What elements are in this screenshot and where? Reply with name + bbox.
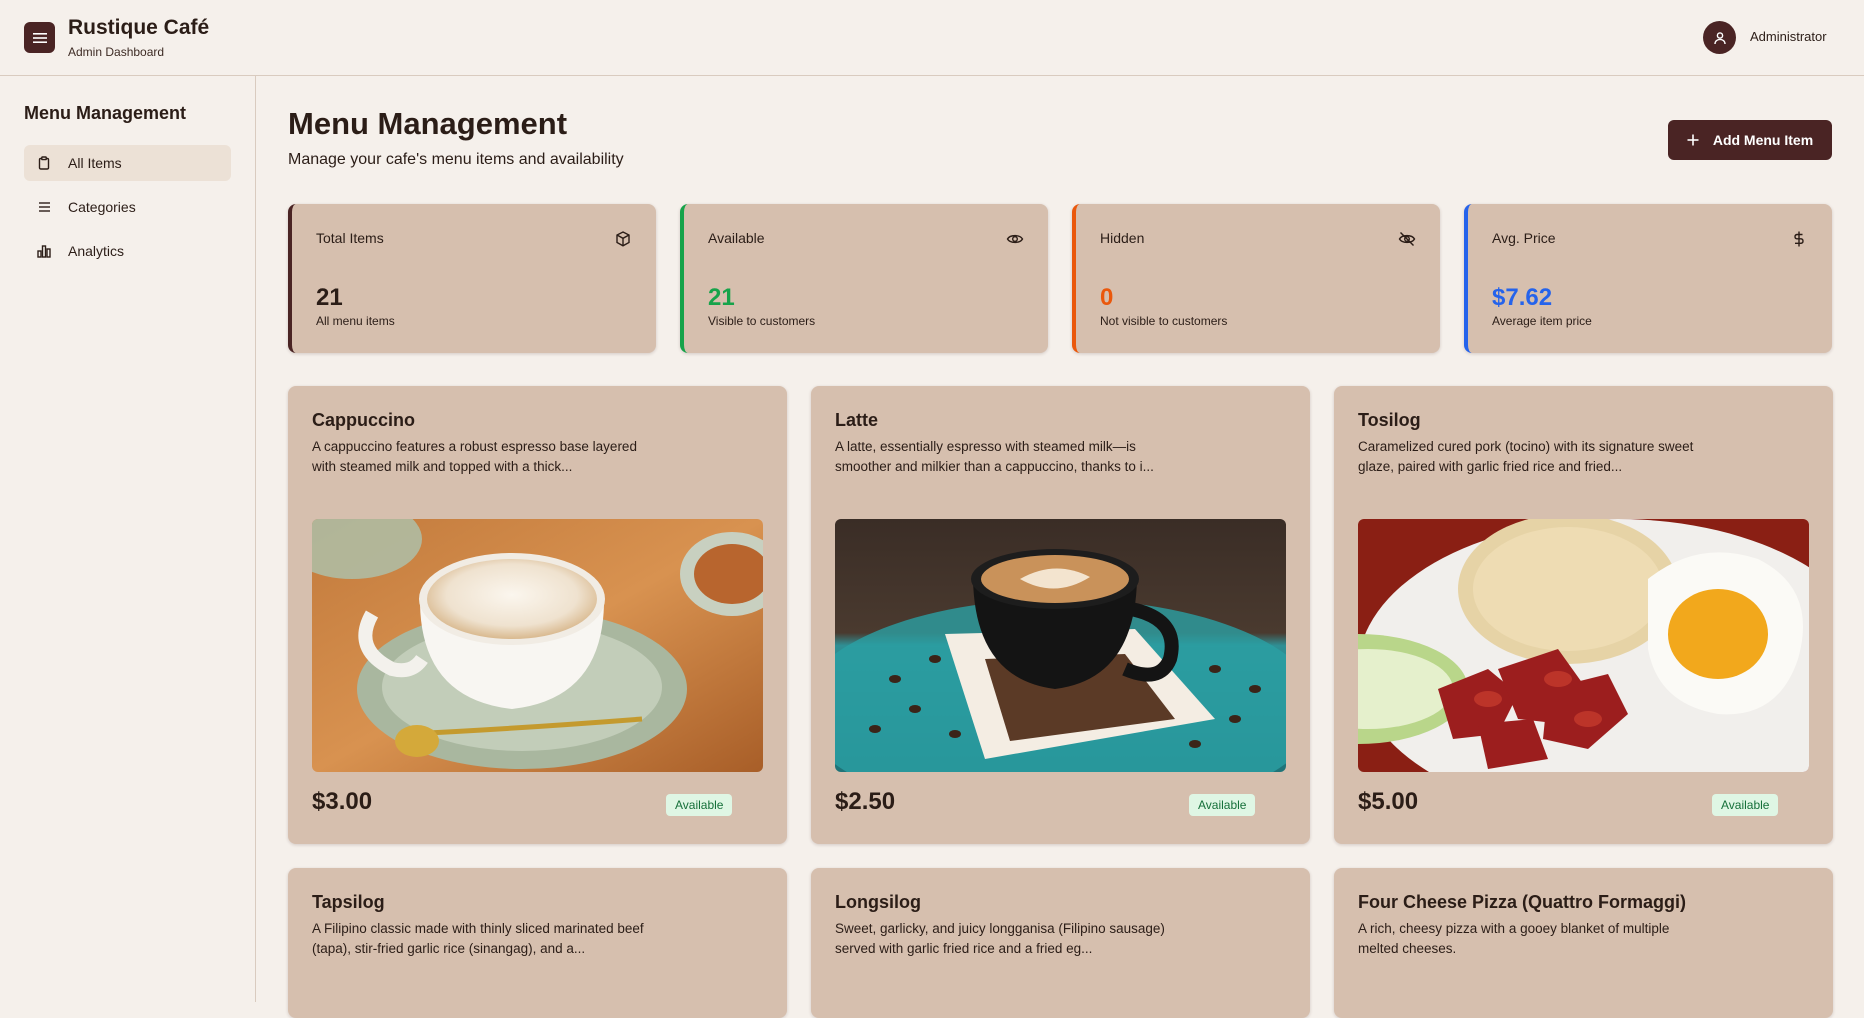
add-menu-item-label: Add Menu Item — [1712, 132, 1814, 148]
stat-card-avg-price: Avg. Price $7.62 Average item price — [1464, 204, 1832, 353]
stat-value: 21 — [316, 284, 343, 311]
stat-value: $7.62 — [1492, 284, 1553, 311]
app-subtitle: Admin Dashboard — [68, 45, 165, 59]
item-description: A rich, cheesy pizza with a gooey blanke… — [1358, 921, 1670, 956]
sidebar-item-label: All Items — [68, 155, 122, 171]
sidebar: Menu Management All Items Categories Ana… — [0, 76, 256, 1002]
sidebar-item-label: Analytics — [68, 243, 125, 259]
status-badge: Available — [1189, 794, 1256, 816]
menu-item-card-latte[interactable]: Latte A latte, essentially espresso with… — [811, 386, 1310, 844]
item-price: $3.00 — [312, 788, 373, 815]
item-description: A cappuccino features a robust espresso … — [312, 439, 637, 474]
list-icon — [36, 199, 52, 215]
eye-icon — [1006, 234, 1024, 244]
item-photo — [312, 519, 763, 772]
item-price: $5.00 — [1358, 788, 1419, 815]
stat-label: Avg. Price — [1492, 230, 1556, 246]
menu-toggle-button[interactable] — [24, 22, 55, 53]
stat-card-total: Total Items 21 All menu items — [288, 204, 656, 353]
stat-card-available: Available 21 Visible to customers — [680, 204, 1048, 353]
item-name: Four Cheese Pizza (Quattro Formaggi) — [1358, 892, 1687, 912]
page-title: Menu Management — [288, 106, 568, 141]
menu-item-card-tosilog[interactable]: Tosilog Caramelized cured pork (tocino) … — [1334, 386, 1833, 844]
hamburger-icon — [32, 32, 47, 43]
stat-note: Not visible to customers — [1100, 314, 1228, 328]
item-name: Tosilog — [1358, 410, 1421, 430]
item-name: Latte — [835, 410, 879, 430]
sidebar-item-analytics[interactable]: Analytics — [24, 233, 231, 269]
top-header: Rustique Café Admin Dashboard Administra… — [0, 0, 1864, 76]
stat-value: 0 — [1100, 284, 1114, 311]
item-description: A latte, essentially espresso with steam… — [835, 439, 1154, 474]
stat-label: Hidden — [1100, 230, 1145, 246]
app-name: Rustique Café — [68, 16, 210, 39]
user-avatar[interactable] — [1703, 21, 1736, 54]
status-badge: Available — [666, 794, 733, 816]
item-photo — [1358, 519, 1809, 772]
item-price: $2.50 — [835, 788, 896, 815]
item-description: Caramelized cured pork (tocino) with its… — [1358, 439, 1694, 474]
eye-off-icon — [1398, 232, 1416, 246]
sidebar-item-label: Categories — [68, 199, 136, 215]
item-name: Cappuccino — [312, 410, 416, 430]
status-badge: Available — [1712, 794, 1779, 816]
user-icon — [1713, 31, 1726, 44]
menu-item-card-longsilog[interactable]: Longsilog Sweet, garlicky, and juicy lon… — [811, 868, 1310, 1018]
add-menu-item-button[interactable]: Add Menu Item — [1668, 120, 1832, 160]
sidebar-item-all-items[interactable]: All Items — [24, 145, 231, 181]
menu-item-card-four-cheese-pizza[interactable]: Four Cheese Pizza (Quattro Formaggi) A r… — [1334, 868, 1833, 1018]
dollar-icon — [1794, 231, 1804, 247]
plus-icon — [1687, 134, 1699, 146]
stat-label: Available — [708, 230, 765, 246]
stat-note: Average item price — [1492, 314, 1592, 328]
clipboard-icon — [36, 155, 52, 171]
page-subtitle: Manage your cafe's menu items and availa… — [288, 151, 624, 168]
item-description: A Filipino classic made with thinly slic… — [312, 921, 644, 956]
item-description: Sweet, garlicky, and juicy longganisa (F… — [835, 921, 1165, 956]
stat-card-hidden: Hidden 0 Not visible to customers — [1072, 204, 1440, 353]
item-name: Longsilog — [835, 892, 921, 912]
stat-value: 21 — [708, 284, 735, 311]
stat-note: All menu items — [316, 314, 395, 328]
item-photo — [835, 519, 1286, 772]
item-name: Tapsilog — [312, 892, 385, 912]
bar-chart-icon — [36, 243, 52, 259]
stat-label: Total Items — [316, 230, 384, 246]
menu-item-card-tapsilog[interactable]: Tapsilog A Filipino classic made with th… — [288, 868, 787, 1018]
stat-note: Visible to customers — [708, 314, 816, 328]
box-icon — [616, 231, 630, 247]
sidebar-item-categories[interactable]: Categories — [24, 189, 231, 225]
sidebar-title: Menu Management — [24, 103, 187, 123]
menu-item-card-cappuccino[interactable]: Cappuccino A cappuccino features a robus… — [288, 386, 787, 844]
user-name[interactable]: Administrator — [1750, 29, 1827, 44]
